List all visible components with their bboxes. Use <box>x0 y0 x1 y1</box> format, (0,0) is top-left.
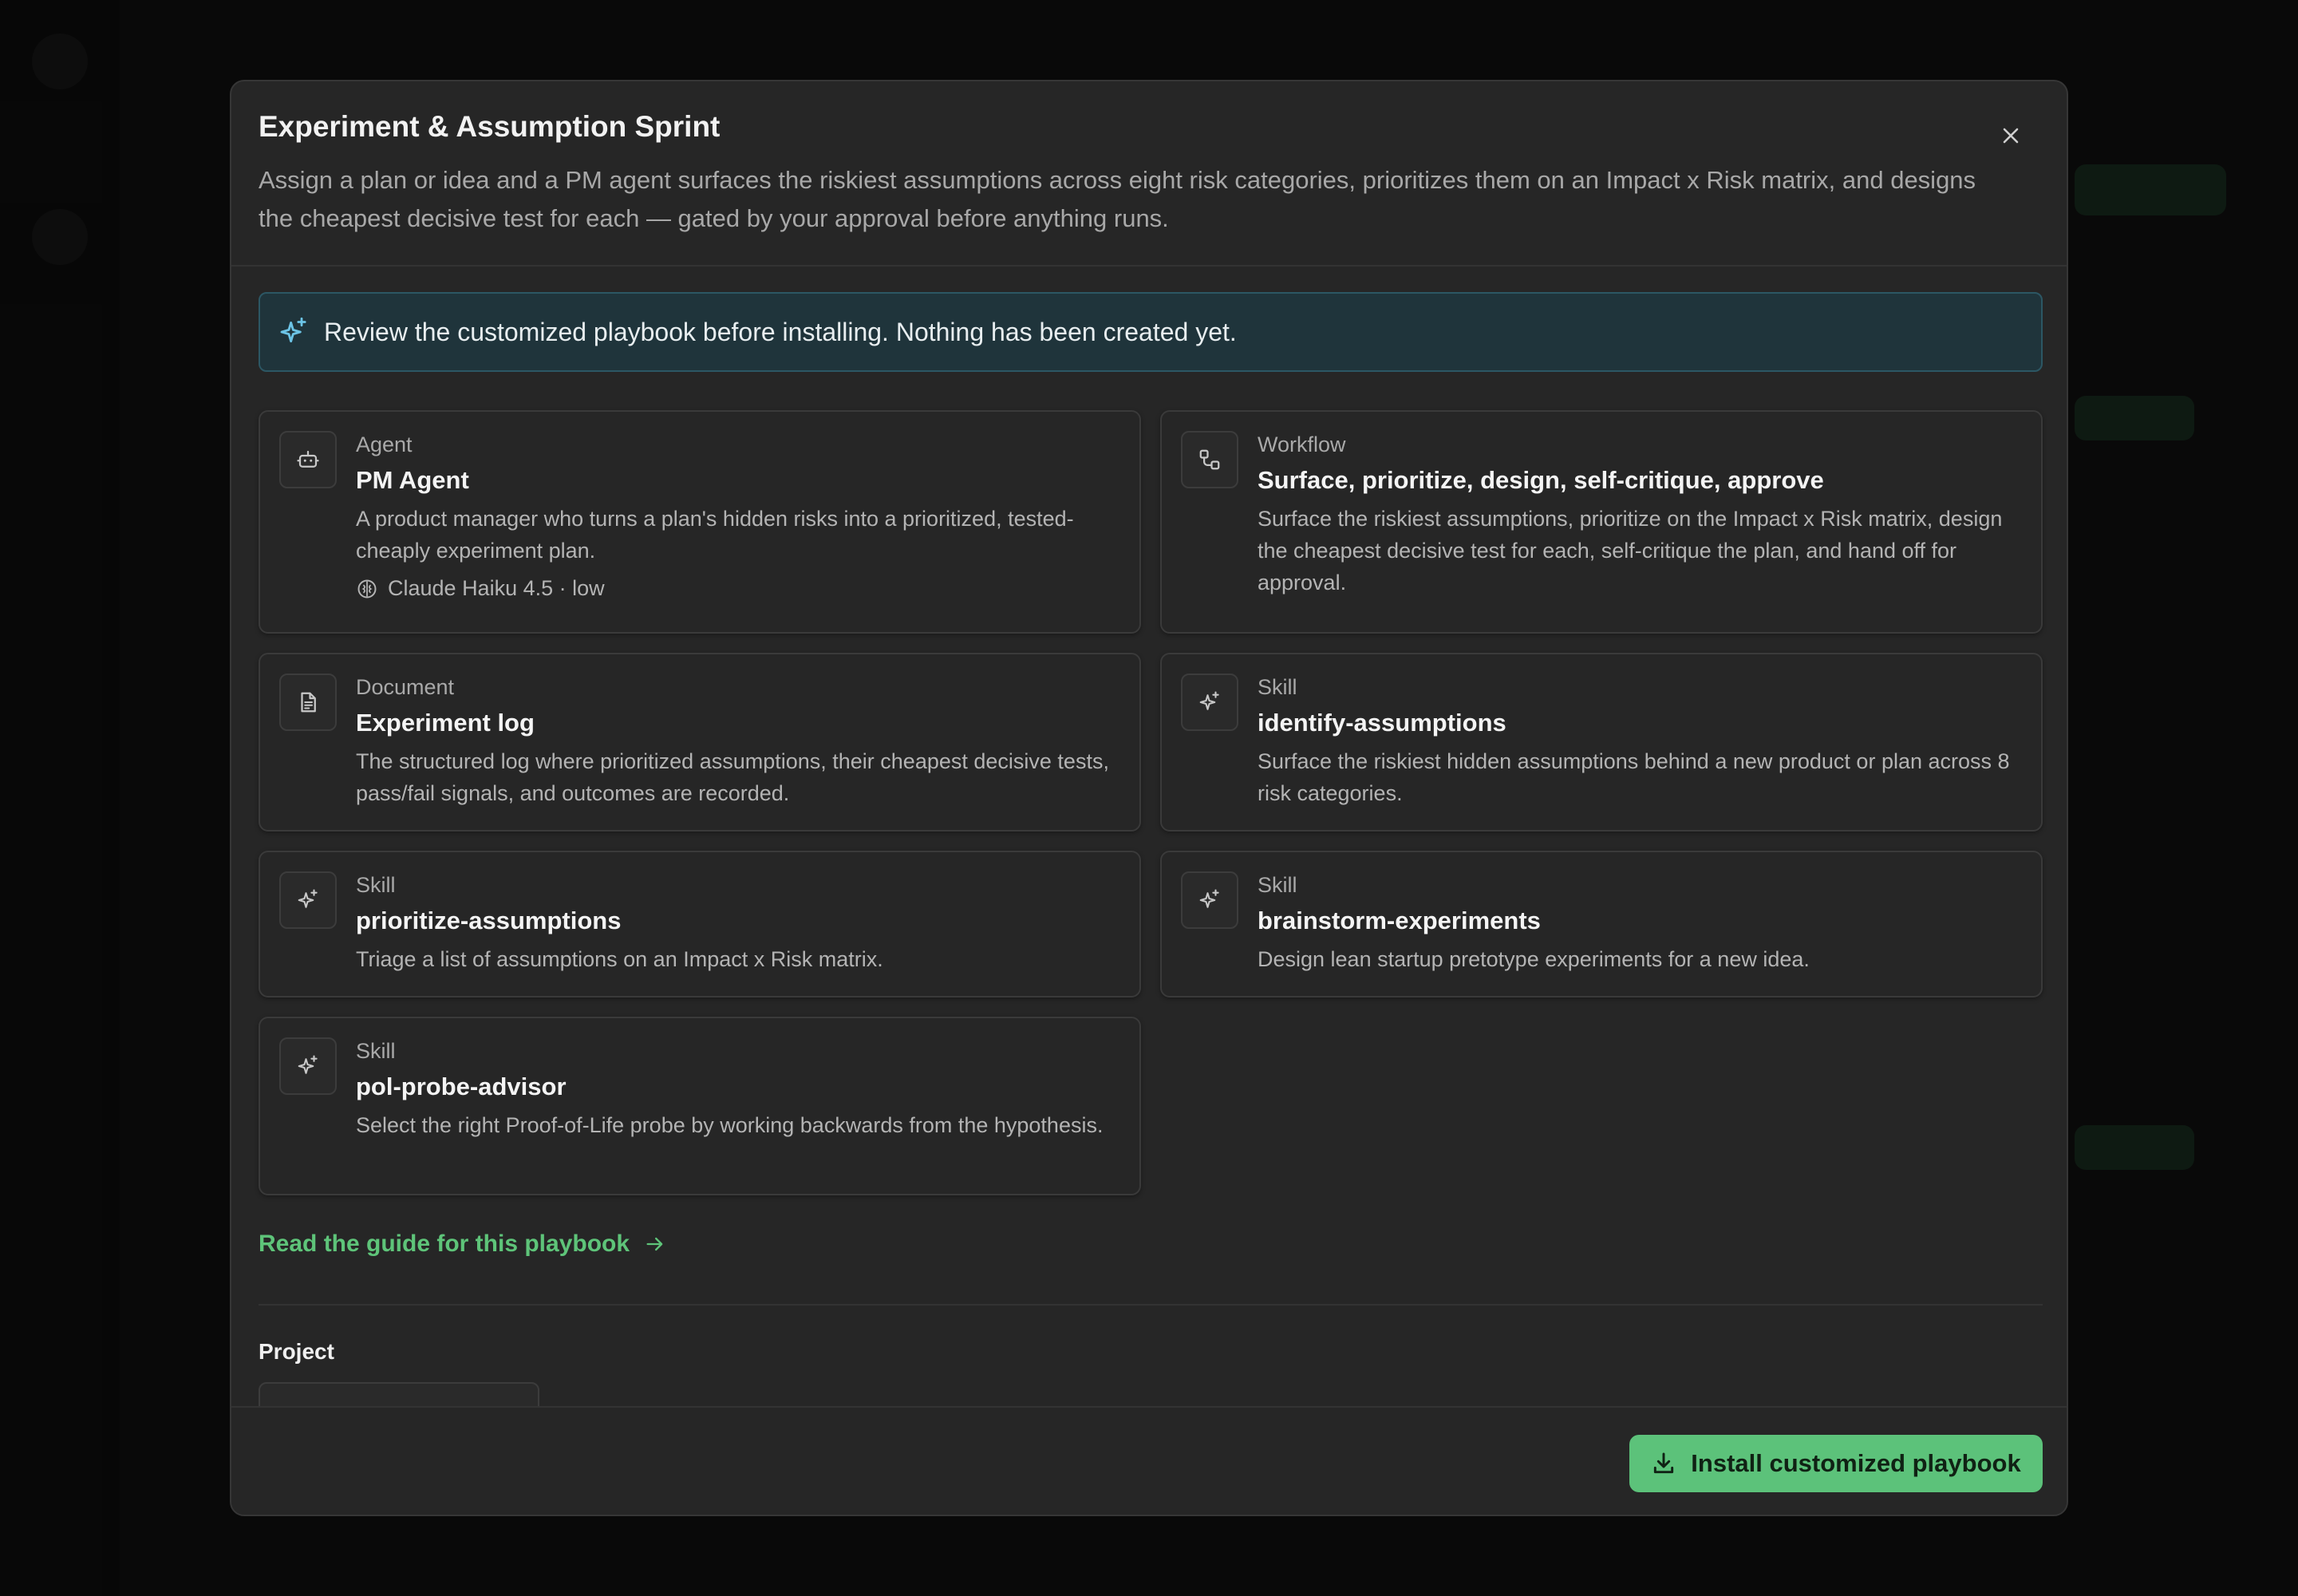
card-kind: Skill <box>1258 873 1297 897</box>
divider <box>259 1304 2043 1306</box>
sparkle-icon <box>298 889 318 908</box>
card-experiment-log[interactable]: Document Experiment log The structured l… <box>259 653 1141 832</box>
card-description: Triage a list of assumptions on an Impac… <box>356 947 883 971</box>
sparkle-icon <box>1199 889 1219 908</box>
modal-header: Experiment & Assumption Sprint Assign a … <box>231 81 2067 267</box>
sparkle-icon <box>298 1055 318 1074</box>
card-icon-container <box>279 431 337 488</box>
card-workflow[interactable]: Workflow Surface, prioritize, design, se… <box>1160 410 2043 634</box>
card-name: brainstorm-experiments <box>1258 907 1541 934</box>
card-icon-container <box>279 674 337 731</box>
sparkle-icon <box>1199 691 1219 710</box>
modal-description: Assign a plan or idea and a PM agent sur… <box>259 166 1976 232</box>
card-kind: Skill <box>356 873 396 897</box>
bot-icon <box>297 450 319 468</box>
card-description: A product manager who turns a plan's hid… <box>356 507 1074 563</box>
card-name: Surface, prioritize, design, self-critiq… <box>1258 466 1824 494</box>
brain-icon <box>357 579 377 598</box>
card-name: identify-assumptions <box>1258 709 1506 737</box>
sparkle-icon <box>280 317 306 343</box>
workflow-icon <box>1199 449 1220 470</box>
card-kind: Document <box>356 675 455 699</box>
card-kind: Skill <box>1258 675 1297 699</box>
card-name: Experiment log <box>356 709 535 737</box>
review-notice: Review the customized playbook before in… <box>259 292 2043 372</box>
card-kind: Agent <box>356 433 413 456</box>
card-description: Design lean startup pretotype experiment… <box>1258 947 1810 971</box>
card-icon-container <box>279 871 337 929</box>
modal-title: Experiment & Assumption Sprint <box>259 110 721 143</box>
model-label: Claude Haiku 4.5 · low <box>388 576 605 600</box>
card-pol-probe-advisor[interactable]: Skill pol-probe-advisor Select the right… <box>259 1017 1141 1195</box>
card-description: Surface the riskiest assumptions, priori… <box>1258 507 2003 595</box>
modal-footer: Install customized playbook <box>231 1406 2067 1515</box>
card-icon-container <box>1181 674 1238 731</box>
install-button-label: Install customized playbook <box>1691 1449 2021 1477</box>
model-info: Claude Haiku 4.5 · low <box>356 576 605 601</box>
card-pm-agent[interactable]: Agent PM Agent A product manager who tur… <box>259 410 1141 634</box>
card-name: pol-probe-advisor <box>356 1073 567 1100</box>
card-name: prioritize-assumptions <box>356 907 622 934</box>
card-brainstorm-experiments[interactable]: Skill brainstorm-experiments Design lean… <box>1160 851 2043 998</box>
card-description: Select the right Proof-of-Life probe by … <box>356 1113 1104 1137</box>
arrow-right-icon <box>646 1237 663 1251</box>
close-icon <box>2003 128 2019 144</box>
read-guide-link[interactable]: Read the guide for this playbook <box>259 1231 666 1258</box>
playbook-modal: Experiment & Assumption Sprint Assign a … <box>230 80 2068 1516</box>
project-label: Project <box>259 1339 334 1364</box>
card-identify-assumptions[interactable]: Skill identify-assumptions Surface the r… <box>1160 653 2043 832</box>
card-icon-container <box>279 1037 337 1095</box>
card-icon-container <box>1181 431 1238 488</box>
card-prioritize-assumptions[interactable]: Skill prioritize-assumptions Triage a li… <box>259 851 1141 998</box>
card-description: The structured log where prioritized ass… <box>356 749 1109 805</box>
card-icon-container <box>1181 871 1238 929</box>
card-description: Surface the riskiest hidden assumptions … <box>1258 749 2010 805</box>
download-icon <box>1654 1452 1674 1474</box>
card-name: PM Agent <box>356 466 469 494</box>
document-icon <box>301 692 316 713</box>
notice-text: Review the customized playbook before in… <box>324 318 1237 346</box>
close-button[interactable] <box>1992 117 2030 155</box>
guide-link-label: Read the guide for this playbook <box>259 1231 630 1257</box>
card-kind: Skill <box>356 1039 396 1063</box>
install-button[interactable]: Install customized playbook <box>1629 1435 2043 1492</box>
card-kind: Workflow <box>1258 433 1346 456</box>
